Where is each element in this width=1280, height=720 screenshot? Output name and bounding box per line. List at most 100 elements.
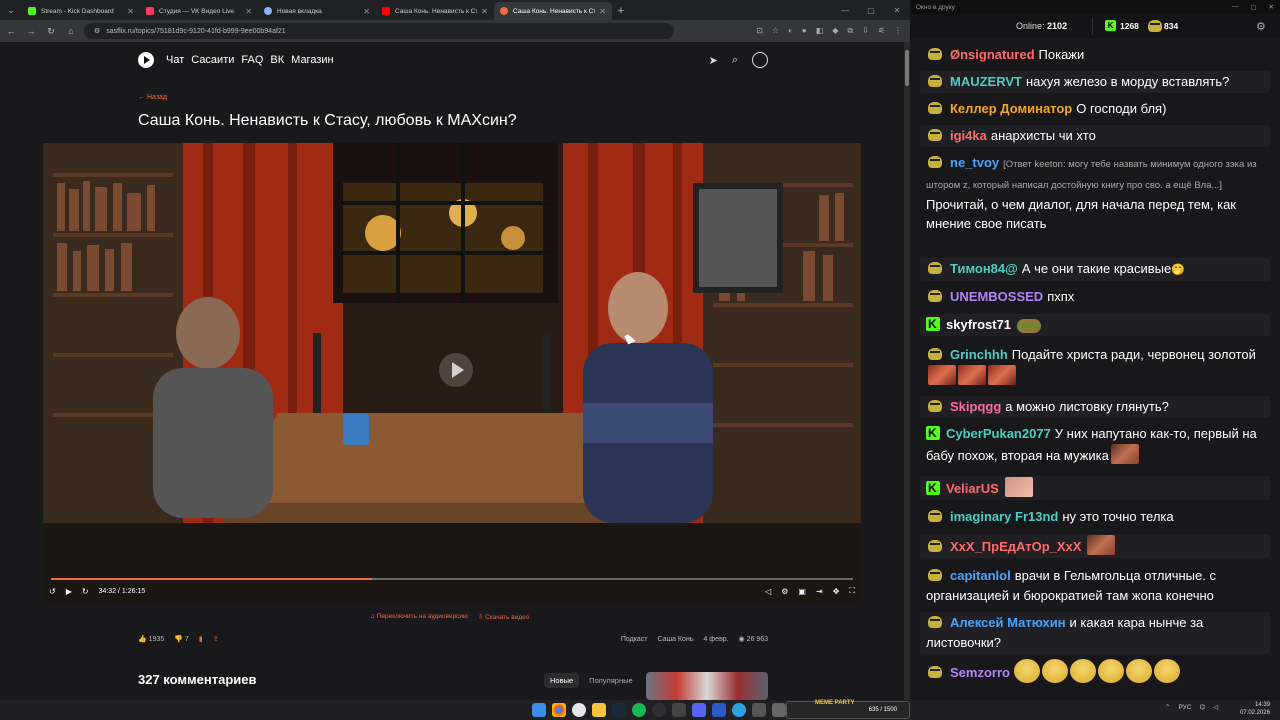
tab-kick[interactable]: Stream - Kick Dashboard ✕ xyxy=(22,2,140,20)
folder-icon[interactable] xyxy=(592,703,606,717)
pepe-badge-icon xyxy=(926,509,944,523)
pepe-badge-icon xyxy=(926,289,944,303)
spotify-icon[interactable] xyxy=(632,703,646,717)
app-icon[interactable] xyxy=(772,703,786,717)
volume-icon[interactable]: ◁ xyxy=(765,587,771,596)
reload-icon[interactable]: ↻ xyxy=(44,26,58,37)
close-icon[interactable]: ✕ xyxy=(363,7,370,16)
close-icon[interactable]: ✕ xyxy=(245,7,252,16)
dislike-button[interactable]: 👎 7 xyxy=(174,635,189,643)
pepe-badge-icon xyxy=(926,261,944,275)
video-player[interactable]: ↺ ▶ ↻ 34:32 / 1:26:15 ◁ ⚙ ▣ ⇥ ✥ ⛶ xyxy=(43,143,861,603)
close-icon[interactable]: ✕ xyxy=(481,7,488,16)
new-tab-button[interactable]: + xyxy=(612,2,630,20)
back-arrow-icon[interactable]: ← xyxy=(4,26,18,36)
obs-icon[interactable] xyxy=(652,703,666,717)
taskbar-apps xyxy=(532,703,786,717)
laugh-emote-icon xyxy=(1069,659,1096,683)
forward-arrow-icon[interactable]: → xyxy=(24,26,38,36)
steam-icon[interactable] xyxy=(612,703,626,717)
extension-icon[interactable]: ◧ xyxy=(816,26,824,36)
share-icon[interactable]: ⇪ xyxy=(213,635,219,643)
network-icon[interactable]: ⌬ xyxy=(1199,703,1205,711)
nav-chat[interactable]: Чат xyxy=(166,54,184,66)
site-logo[interactable] xyxy=(138,52,154,68)
discord-icon[interactable] xyxy=(692,703,706,717)
sort-new-button[interactable]: Новые xyxy=(544,673,580,688)
nav-sasaiti[interactable]: Сасаити xyxy=(191,54,234,66)
bookmark-icon[interactable]: ▮ xyxy=(199,635,203,643)
forward-icon[interactable]: ↻ xyxy=(82,587,89,596)
chrome-icon[interactable] xyxy=(552,703,566,717)
close-icon[interactable]: ✕ xyxy=(1269,3,1274,11)
tag-author[interactable]: Саша Конь xyxy=(658,636,694,643)
chat-message: imaginary Fr13nd ну это точно телка xyxy=(920,506,1270,528)
tab-sasflix[interactable]: Саша Конь. Ненависть к Стасу✕ xyxy=(494,2,612,20)
settings-icon[interactable]: ⚙ xyxy=(781,587,788,596)
chevron-up-icon[interactable]: ⌃ xyxy=(1165,703,1170,711)
volume-icon[interactable]: ◁ xyxy=(1213,703,1218,711)
sort-popular-button[interactable]: Популярные xyxy=(583,673,639,688)
laugh-emote-icon xyxy=(1097,659,1124,683)
miniplayer-icon[interactable]: ▣ xyxy=(798,587,806,596)
download-icon[interactable]: ⇩ xyxy=(862,26,869,36)
start-icon[interactable] xyxy=(532,703,546,717)
puzzle-icon[interactable]: ⧉ xyxy=(847,26,853,36)
clock[interactable]: 14:39 07.02.2026 xyxy=(1240,701,1270,717)
extension-icon[interactable]: ● xyxy=(802,26,807,36)
nav-shop[interactable]: Магазин xyxy=(291,54,333,66)
promo-image[interactable] xyxy=(646,672,768,700)
minimize-icon[interactable]: — xyxy=(832,0,858,20)
app-icon[interactable] xyxy=(672,703,686,717)
sasflix-favicon-icon xyxy=(500,7,508,15)
settings-icon[interactable]: ⚙ xyxy=(1256,20,1266,33)
rewind-icon[interactable]: ↺ xyxy=(49,587,56,596)
progress-bar[interactable] xyxy=(51,578,853,580)
send-icon[interactable]: ➤ xyxy=(709,54,718,67)
nav-faq[interactable]: FAQ xyxy=(241,54,263,66)
play-button[interactable] xyxy=(439,353,473,387)
play-icon[interactable]: ▶ xyxy=(66,587,72,596)
close-icon[interactable]: ✕ xyxy=(127,7,134,16)
speed-icon[interactable]: ⇥ xyxy=(816,587,823,596)
player-icon[interactable] xyxy=(712,703,726,717)
menu-icon[interactable]: ⋮ xyxy=(894,26,902,36)
tab-strip: ⌄ Stream - Kick Dashboard ✕ Студия — VK В… xyxy=(0,0,910,20)
search-icon[interactable]: ⌕ xyxy=(732,54,738,67)
maximize-icon[interactable]: ▢ xyxy=(858,0,884,20)
like-button[interactable]: 👍 1935 xyxy=(138,635,164,643)
player-controls: ↺ ▶ ↻ 34:32 / 1:26:15 ◁ ⚙ ▣ ⇥ ✥ ⛶ xyxy=(43,584,861,598)
tab-newtab[interactable]: Новая вкладка ✕ xyxy=(258,2,376,20)
fullscreen-icon[interactable]: ⛶ xyxy=(849,586,855,596)
pepe-badge-icon xyxy=(926,347,944,361)
back-link[interactable]: ← Назад xyxy=(138,94,167,101)
laugh-emote-icon xyxy=(1125,659,1152,683)
user-icon[interactable] xyxy=(752,52,768,68)
meme-party-widget[interactable]: MEME PARTY 635 / 1500 xyxy=(786,700,910,719)
close-icon[interactable]: ✕ xyxy=(599,7,606,16)
nav-vk[interactable]: ВК xyxy=(270,54,284,66)
tab-groups-icon[interactable]: ⚟ xyxy=(878,26,885,36)
cast-icon[interactable]: ⊡ xyxy=(756,26,763,36)
tab-vk[interactable]: Студия — VK Видео Live ✕ xyxy=(140,2,258,20)
home-icon[interactable]: ⌂ xyxy=(64,26,78,36)
site-info-icon[interactable]: ⚙ xyxy=(94,27,100,35)
chrome-alt-icon[interactable] xyxy=(572,703,586,717)
tab-youtube[interactable]: Саша Конь. Ненависть к Стасу✕ xyxy=(376,2,494,20)
app-icon[interactable] xyxy=(752,703,766,717)
maximize-icon[interactable]: ▢ xyxy=(1250,3,1256,11)
telegram-icon[interactable] xyxy=(732,703,746,717)
tag-podcast[interactable]: Подкаст xyxy=(621,636,648,643)
extension-icon[interactable]: ◆ xyxy=(832,26,838,36)
address-bar[interactable]: ⚙ sasflix.ru/topics/75181d9c-9120-41fd-b9… xyxy=(84,23,674,39)
scrollbar-thumb[interactable] xyxy=(905,50,909,86)
minimize-icon[interactable]: — xyxy=(1232,3,1239,11)
extension-icon[interactable]: ◐ xyxy=(788,26,793,36)
pip-icon[interactable]: ✥ xyxy=(833,587,840,596)
bookmark-star-icon[interactable]: ☆ xyxy=(772,26,779,36)
tab-search-icon[interactable]: ⌄ xyxy=(0,0,22,20)
close-icon[interactable]: ✕ xyxy=(884,0,910,20)
download-link[interactable]: ⇩ Скачать видео xyxy=(478,613,530,621)
audio-version-link[interactable]: ♫ Переключить на аудиоверсию xyxy=(370,613,468,621)
language-indicator[interactable]: РУС xyxy=(1178,704,1191,711)
